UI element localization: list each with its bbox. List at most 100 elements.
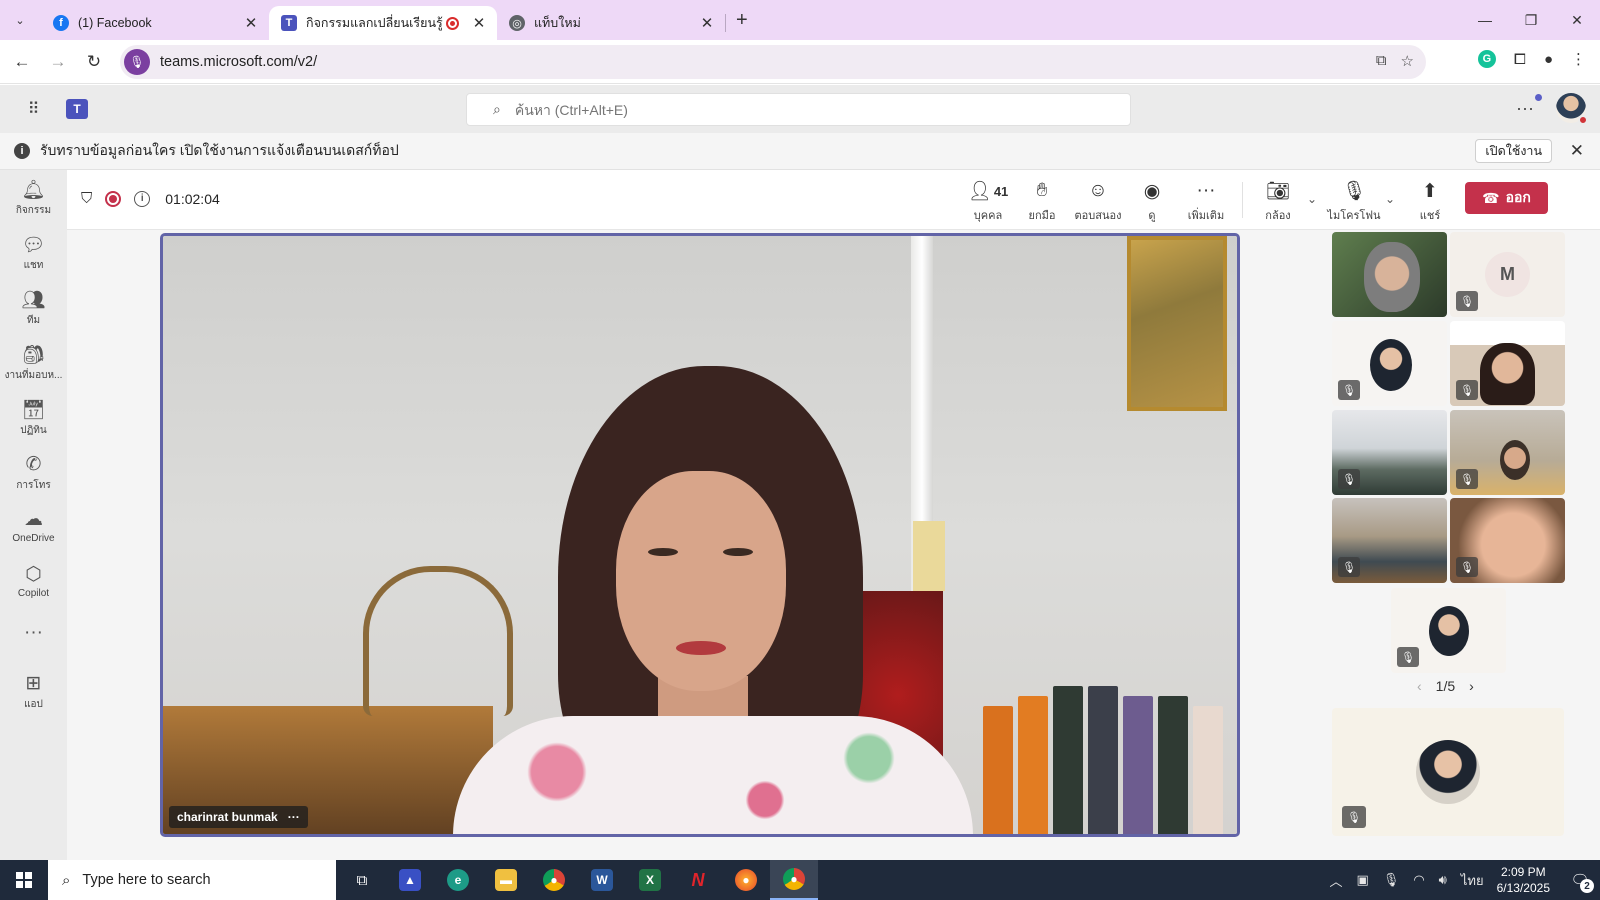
gallery-pager: ‹ 1/5 › [1417,678,1474,694]
participant-options-icon[interactable]: ··· [288,810,300,824]
microphone-icon[interactable]: 🎙︎ [1383,872,1400,888]
rail-item-copilot[interactable]: ⬡ Copilot [0,563,67,599]
participant-tile[interactable]: M 🎙︎ [1450,232,1565,317]
taskbar-search[interactable]: ⌕ Type here to search [48,860,336,900]
close-tab-icon[interactable]: ✕ [471,14,487,32]
participant-count: 41 [993,183,1009,199]
tab-facebook[interactable]: f (1) Facebook ✕ [41,6,269,40]
app-launcher-icon[interactable]: ⠿ [0,99,66,119]
network-icon[interactable]: ◠ [1413,872,1424,888]
enable-notifications-button[interactable]: เปิดใช้งาน [1475,139,1552,163]
rail-item-teams[interactable]: 👥︎ ทีม [0,288,67,328]
input-language[interactable]: ไทย [1461,870,1484,891]
user-avatar[interactable] [1556,93,1588,125]
participant-tile[interactable]: 🎙︎ [1450,498,1565,583]
participant-tile[interactable]: 🎙︎ [1332,321,1447,406]
grammarly-extension-icon[interactable]: G [1477,50,1496,68]
address-bar[interactable]: 🎙︎ teams.microsoft.com/v2/ ⧉ ☆ [120,45,1426,79]
close-window-icon[interactable]: ✕ [1554,0,1600,40]
close-tab-icon[interactable]: ✕ [699,14,715,32]
participant-tile[interactable]: 🎙︎ [1450,410,1565,495]
rail-item-assignments[interactable]: 🎒︎ งานที่มอบห... [0,343,67,383]
participant-tile[interactable]: 🎙︎ [1332,410,1447,495]
share-button[interactable]: ⬆ แชร์ [1402,178,1458,224]
reload-icon[interactable]: ↻ [76,52,112,72]
meet-now-icon[interactable]: ▣ [1357,872,1369,888]
speaker-icon[interactable]: 🔊︎ [1439,872,1447,888]
rail-item-calendar[interactable]: 📅︎ ปฏิทิน [0,398,67,438]
mic-options-chevron-icon[interactable]: ⌄ [1385,192,1395,206]
taskbar-app-nitro[interactable]: N [674,860,722,900]
teams-search[interactable]: ⌕ [466,93,1131,126]
search-input[interactable] [514,101,1075,118]
microphone-button[interactable]: 🎙︎ ไมโครโฟน [1326,178,1382,224]
view-button[interactable]: ◉ ดู [1124,178,1180,224]
hang-up-icon: ☎ [1482,189,1500,206]
copilot-icon: ⬡ [25,564,42,585]
people-button[interactable]: 👤︎ 41 บุคคล [960,178,1016,224]
participant-tile[interactable]: 🎙︎ [1391,588,1506,673]
camera-button[interactable]: 📷︎ กล้อง [1250,178,1306,224]
close-tab-icon[interactable]: ✕ [243,14,259,32]
taskbar-app-excel[interactable]: X [626,860,674,900]
chat-icon: 💬︎ [21,235,46,256]
rail-item-more[interactable]: ··· [0,622,67,646]
mic-muted-icon: 🎙︎ [1338,469,1360,489]
participant-tile[interactable]: 🎙︎ [1332,498,1447,583]
participant-tile[interactable] [1332,232,1447,317]
folder-icon: ▬ [495,869,517,891]
recording-indicator-icon[interactable] [105,190,122,207]
notification-center-button[interactable]: 🗨︎ 2 [1560,860,1600,900]
shield-icon[interactable]: ⛉ [81,190,92,207]
bookmark-star-icon[interactable]: ☆ [1401,52,1414,70]
calendar-icon: 📅︎ [21,400,46,421]
main-video-stage[interactable]: charinrat bunmak ··· [160,233,1240,837]
self-video-tile[interactable]: 🎙︎ [1332,708,1564,836]
leave-button[interactable]: ☎ ออก [1465,182,1548,214]
back-arrow-icon[interactable]: ← [4,52,40,72]
new-tab-button[interactable]: + [736,9,748,32]
forward-arrow-icon[interactable]: → [40,52,76,72]
profile-avatar-icon[interactable]: ● [1544,51,1553,68]
taskbar-app-edge[interactable]: e [434,860,482,900]
rail-item-activity[interactable]: 🔔︎ กิจกรรม [0,178,67,218]
more-actions-button[interactable]: ··· เพิ่มเติม [1178,178,1234,224]
browser-menu-icon[interactable]: ⋮ [1571,50,1586,68]
taskbar-app-firefox[interactable]: ● [722,860,770,900]
previous-page-icon[interactable]: ‹ [1417,678,1422,694]
tab-new-tab[interactable]: ◎ แท็บใหม่ ✕ [497,6,725,40]
participant-tile[interactable]: 🎙︎ [1450,321,1565,406]
tab-search-dropdown[interactable]: ⌄ [7,7,33,33]
taskbar-app-word[interactable]: W [578,860,626,900]
start-button[interactable] [0,860,48,900]
dismiss-banner-icon[interactable]: ✕ [1570,141,1584,161]
tab-teams-meeting[interactable]: T กิจกรรมแลกเปลี่ยนเรียนรู้ SAR - ✕ [269,6,497,40]
rail-label: งานที่มอบห... [4,370,63,381]
rail-item-onedrive[interactable]: ☁ OneDrive [0,508,67,544]
install-app-icon[interactable]: ⧉ [1376,52,1387,70]
next-page-icon[interactable]: › [1469,678,1474,694]
rail-item-apps[interactable]: ⊞ แอป [0,672,67,712]
raise-hand-button[interactable]: ✋︎ ยกมือ [1014,178,1070,224]
taskbar-app-zoom[interactable]: ▲ [386,860,434,900]
wall-painting [1127,236,1227,411]
more-options-icon[interactable]: ··· [1516,93,1542,119]
task-view-button[interactable]: ⧉ [338,860,386,900]
taskbar-app-file-explorer[interactable]: ▬ [482,860,530,900]
taskbar-app-chrome-active[interactable]: ● [770,860,818,900]
app-icon: ▲ [399,869,421,891]
restore-icon[interactable]: ❐ [1508,0,1554,40]
react-button[interactable]: ☺ ตอบสนอง [1070,178,1126,224]
edge-icon: e [447,869,469,891]
meeting-info-icon[interactable]: i [134,190,151,207]
camera-options-chevron-icon[interactable]: ⌄ [1307,192,1317,206]
rail-item-chat[interactable]: 💬︎ แชท [0,233,67,273]
microphone-in-use-icon[interactable]: 🎙︎ [124,49,150,75]
rail-item-calls[interactable]: ✆ การโทร [0,453,67,493]
extensions-puzzle-icon[interactable]: ⧠ [1514,51,1526,68]
show-hidden-icons-icon[interactable]: ︿ [1330,871,1343,890]
minimize-icon[interactable]: — [1462,0,1508,40]
taskbar-app-chrome[interactable]: ● [530,860,578,900]
taskbar-clock[interactable]: 2:09 PM 6/13/2025 [1497,864,1550,896]
clock-date: 6/13/2025 [1496,881,1550,895]
